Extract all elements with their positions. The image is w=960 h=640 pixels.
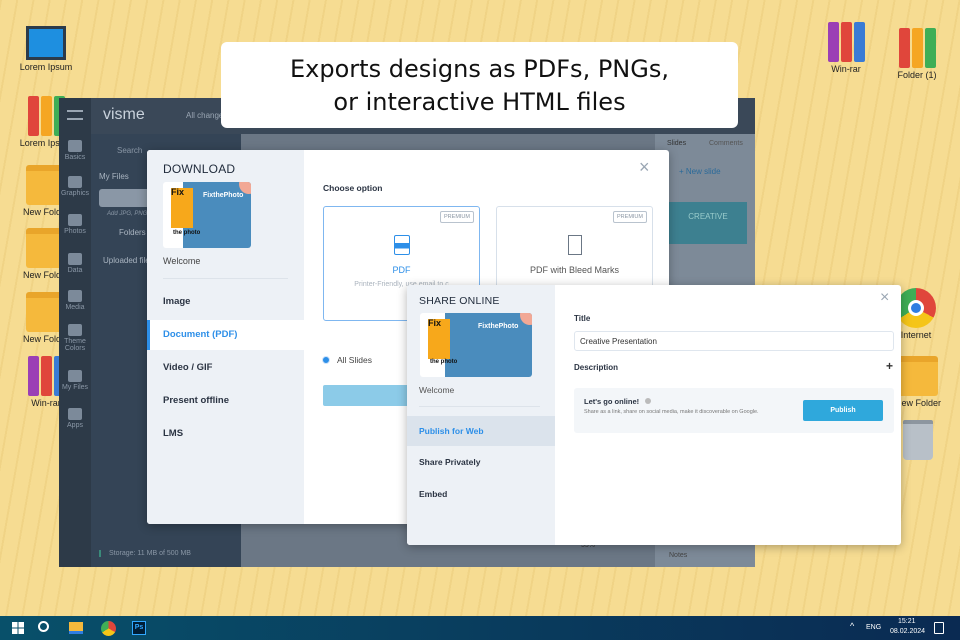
tab-comments[interactable]: Comments [709,140,743,147]
download-sidebar: DOWNLOAD Fix FixthePhoto the photo Welcome… [147,150,304,524]
share-online-dialog: SHARE ONLINE Fix FixthePhoto the photo Wel… [407,285,901,545]
dialog-title: DOWNLOAD [163,162,236,176]
trash-icon [903,420,933,460]
sidebar-item-graphics[interactable]: Graphics [59,176,91,197]
divider [419,406,540,407]
divider [163,278,288,279]
slide-name: Welcome [163,256,201,266]
menu-lms[interactable]: LMS [147,419,304,449]
status-dot-icon [645,398,652,404]
binders-icon [897,28,937,68]
search-icon[interactable] [38,621,49,632]
my-files-heading: My Files [99,172,129,181]
publish-button[interactable]: Publish [803,400,883,421]
icon-label: Win-rar [31,398,61,408]
menu-embed[interactable]: Embed [407,479,555,509]
search-input[interactable]: Search [117,146,142,155]
title-input[interactable]: Creative Presentation [574,331,894,351]
tab-slides[interactable]: Slides [667,140,686,147]
slide-name: Welcome [419,385,455,395]
icon-label: Internet [900,330,932,340]
menu-present-offline[interactable]: Present offline [147,386,304,416]
slide-thumbnail[interactable]: CREATIVE [669,202,747,244]
sidebar-item-media[interactable]: Media [59,290,91,311]
title-label: Title [574,314,591,323]
editor-sidebar: Basics Graphics Photos Data Media Theme … [59,98,91,567]
icon-label: Win-rar [831,64,861,74]
close-icon[interactable]: × [880,290,889,306]
caption-banner: Exports designs as PDFs, PNGs, or interac… [221,42,738,128]
language-indicator[interactable]: ENG [866,624,881,631]
icon-label: Lorem Ipsum [19,62,73,72]
icon-label: New Folder [894,398,941,408]
premium-badge: PREMIUM [440,211,474,223]
folders-button[interactable]: Folders [119,228,146,237]
menu-icon[interactable] [67,110,83,120]
online-description: Share as a link, share on social media, … [584,409,759,415]
notifications-icon[interactable] [934,622,944,634]
chrome-icon[interactable] [101,621,116,636]
go-online-panel: Let's go online! Share as a link, share … [574,388,894,433]
slide-preview: Fix FixthePhoto the photo [163,182,251,248]
tray-chevron-icon[interactable]: ^ [850,621,854,631]
computer-icon [26,26,66,60]
chrome-icon [896,288,936,328]
menu-video-gif[interactable]: Video / GIF [147,353,304,383]
radio-icon [322,356,330,364]
visme-logo: visme [103,106,145,123]
all-slides-radio[interactable]: All Slides [322,355,372,365]
icon-label: Folder (1) [897,70,937,80]
option-label: PDF [392,265,411,275]
description-label: Description [574,363,619,372]
sidebar-item-basics[interactable]: Basics [59,140,91,161]
sidebar-item-apps[interactable]: Apps [59,408,91,429]
pdf-file-icon [393,235,410,255]
premium-badge: PREMIUM [613,211,647,223]
menu-share-privately[interactable]: Share Privately [407,447,555,477]
bleed-marks-icon [567,235,582,255]
menu-document-pdf[interactable]: Document (PDF) [147,320,304,350]
option-label: PDF with Bleed Marks [529,265,620,275]
close-icon[interactable]: × [639,158,650,176]
winrar-icon [826,22,866,62]
sidebar-item-data[interactable]: Data [59,253,91,274]
online-title: Let's go online! [584,397,652,406]
clock-date[interactable]: 08.02.2024 [890,628,925,635]
clock-time[interactable]: 15:21 [898,618,916,625]
slide-preview: Fix FixthePhoto the photo [420,313,532,377]
new-slide-button[interactable]: + New slide [679,167,721,176]
desktop-icon-binders[interactable]: Folder (1) [879,28,955,80]
choose-option-label: Choose option [323,183,383,193]
start-button[interactable] [12,622,24,634]
desktop-icon-computer[interactable]: Lorem Ipsum [8,26,84,72]
notes-button[interactable]: Notes [669,552,687,559]
sidebar-item-photos[interactable]: Photos [59,214,91,235]
dialog-title: SHARE ONLINE [419,295,500,307]
sidebar-item-my-files[interactable]: My Files [59,370,91,391]
desktop-icon-winrar[interactable]: Win-rar [808,22,884,74]
photoshop-icon[interactable]: Ps [132,621,146,635]
menu-publish-for-web[interactable]: Publish for Web [407,416,555,446]
add-description-icon[interactable]: + [886,359,893,373]
storage-indicator: Storage: 11 MB of 500 MB [99,550,191,557]
folder-icon [898,356,938,396]
share-sidebar: SHARE ONLINE Fix FixthePhoto the photo Wel… [407,285,555,545]
menu-image[interactable]: Image [147,287,304,317]
taskbar: Ps ^ ENG 15:21 08.02.2024 [0,616,960,640]
file-explorer-icon[interactable] [69,622,83,634]
sidebar-item-theme-colors[interactable]: Theme Colors [59,324,91,352]
